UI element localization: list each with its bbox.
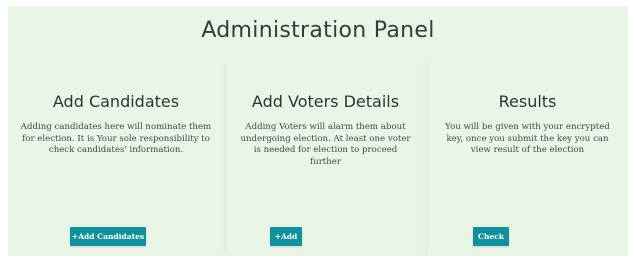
add-voters-section: Add Voters Details Adding Voters will al… xyxy=(225,64,426,254)
add-candidates-heading: Add Candidates xyxy=(52,92,180,111)
add-voters-description: Adding Voters will alarm them about unde… xyxy=(240,122,411,167)
results-section: Results You will be given with your encr… xyxy=(427,64,628,254)
admin-panel: Administration Panel Add Candidates Addi… xyxy=(8,6,628,256)
add-candidates-section: Add Candidates Adding candidates here wi… xyxy=(8,64,224,254)
add-candidates-button[interactable]: +Add Candidates xyxy=(70,227,146,246)
results-heading: Results xyxy=(498,92,557,111)
add-voters-button[interactable]: +Add xyxy=(270,227,302,246)
add-candidates-description: Adding candidates here will nominate the… xyxy=(20,122,212,156)
add-voters-heading: Add Voters Details xyxy=(251,92,400,111)
page-title: Administration Panel xyxy=(201,18,435,43)
check-results-button[interactable]: Check xyxy=(473,227,509,246)
results-description: You will be given with your encrypted ke… xyxy=(445,122,610,156)
